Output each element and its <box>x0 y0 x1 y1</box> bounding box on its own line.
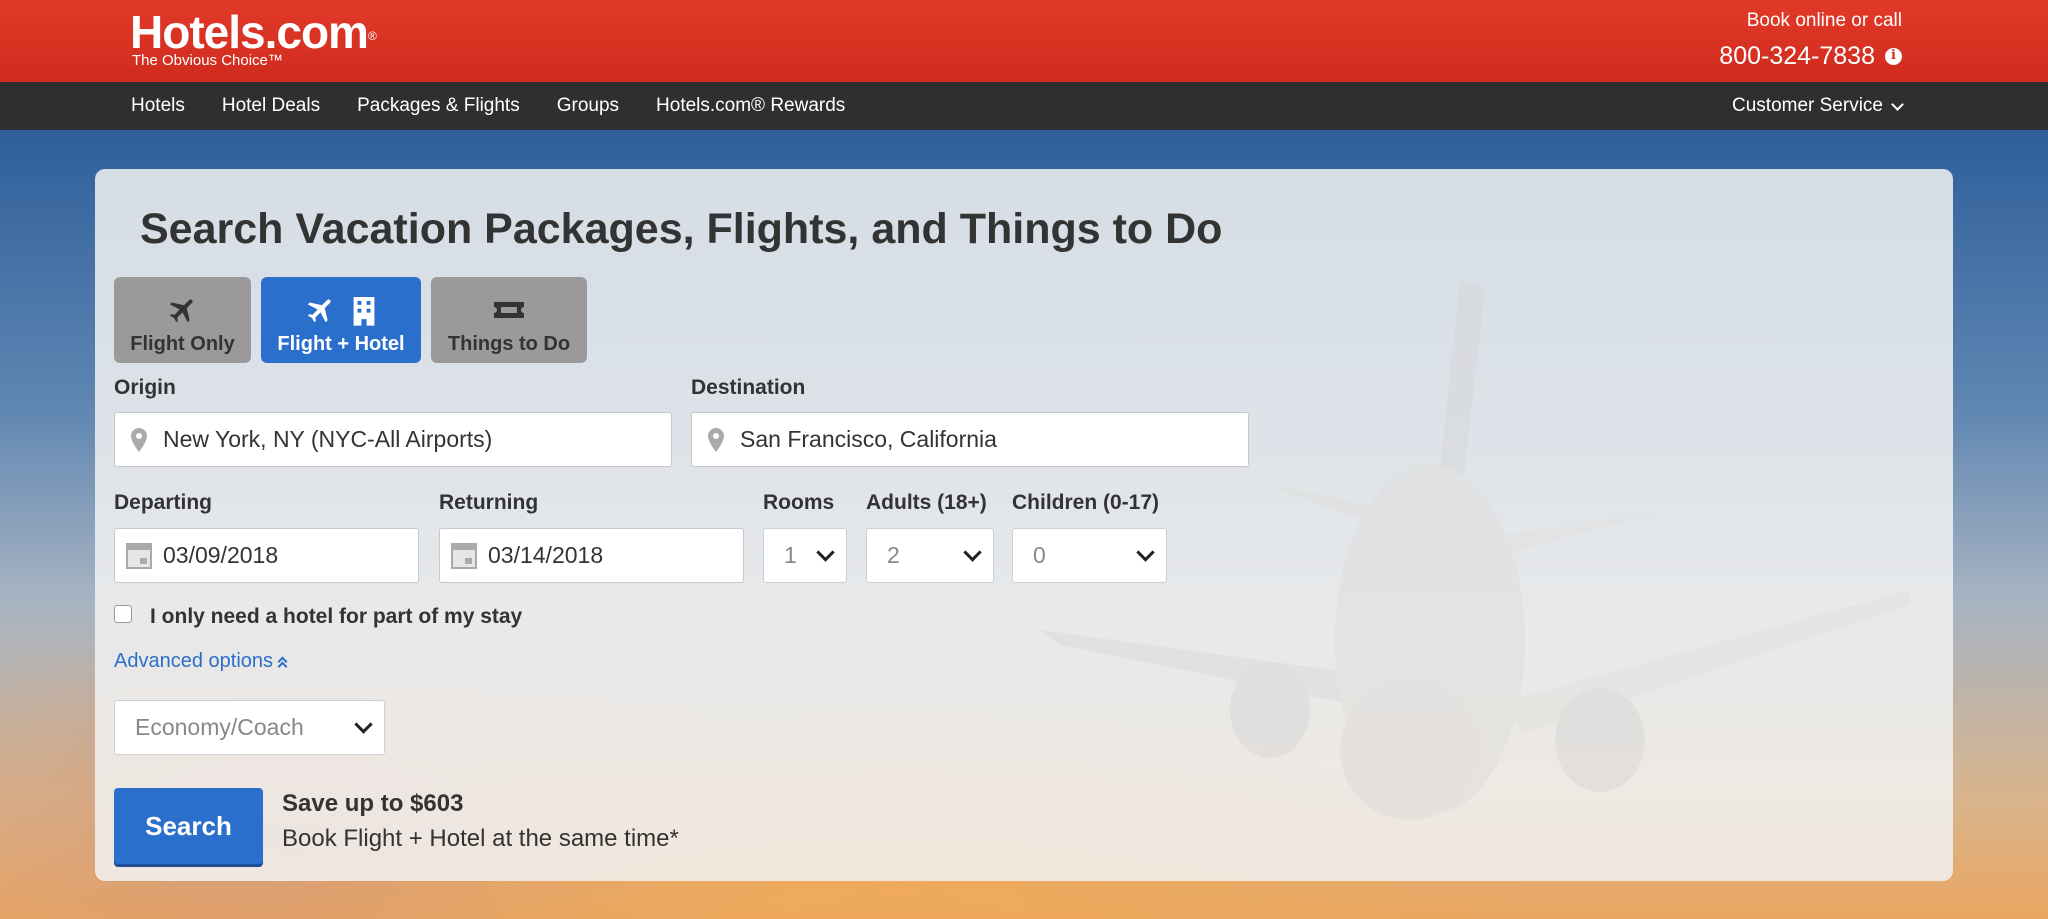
partial-stay-checkbox[interactable] <box>114 605 132 623</box>
children-select[interactable]: 0 <box>1012 528 1167 583</box>
returning-label: Returning <box>439 491 539 514</box>
chevron-down-icon <box>1136 543 1155 562</box>
airplane-icon <box>169 299 192 322</box>
departing-date-value: 03/09/2018 <box>163 542 279 568</box>
adults-select[interactable]: 2 <box>866 528 994 583</box>
rooms-label: Rooms <box>763 491 835 514</box>
search-button[interactable]: Search <box>114 788 263 864</box>
customer-service-menu[interactable]: Customer Service <box>1732 82 1904 130</box>
chevron-down-icon <box>1891 97 1904 111</box>
nav-item-hotel-deals[interactable]: Hotel Deals <box>222 95 320 117</box>
chevron-down-icon <box>963 543 982 562</box>
origin-field[interactable]: New York, NY (NYC-All Airports) <box>114 412 672 467</box>
tab-label: Flight + Hotel <box>277 332 405 355</box>
departing-date-field[interactable]: 03/09/2018 <box>114 528 419 583</box>
partial-stay-label[interactable]: I only need a hotel for part of my stay <box>150 605 522 629</box>
savings-subtext: Book Flight + Hotel at the same time* <box>282 825 679 852</box>
children-value: 0 <box>1033 542 1046 568</box>
top-header: Hotels.com® The Obvious Choice™ Book onl… <box>0 0 2048 82</box>
tab-label: Things to Do <box>447 332 571 355</box>
nav-item-groups[interactable]: Groups <box>557 95 619 117</box>
logo-registered-mark: ® <box>367 29 377 43</box>
tab-things-to-do[interactable]: Things to Do <box>431 277 587 363</box>
departing-label: Departing <box>114 491 213 514</box>
destination-label: Destination <box>691 376 806 399</box>
phone-number[interactable]: 800-324-7838 <box>1719 41 1875 71</box>
rooms-select[interactable]: 1 <box>763 528 847 583</box>
returning-date-field[interactable]: 03/14/2018 <box>439 528 744 583</box>
cabin-class-select[interactable]: Economy/Coach <box>114 700 385 755</box>
ticket-icon <box>494 301 524 318</box>
savings-headline: Save up to $603 <box>282 790 464 817</box>
location-pin-icon <box>708 427 724 452</box>
savings-message: Save up to $603 Book Flight + Hotel at t… <box>282 788 679 855</box>
rooms-value: 1 <box>784 542 797 568</box>
advanced-options-label: Advanced options <box>114 650 274 672</box>
chevron-down-icon <box>354 715 373 734</box>
airplane-icon <box>307 299 331 322</box>
hotel-building-icon <box>353 296 375 326</box>
chevron-up-icon <box>277 656 288 671</box>
calendar-icon <box>126 542 152 569</box>
adults-label: Adults (18+) <box>866 491 987 514</box>
tab-flight-hotel[interactable]: Flight + Hotel <box>261 277 421 363</box>
calendar-icon <box>451 542 477 569</box>
chevron-down-icon <box>816 543 835 562</box>
logo-name: Hotels.com <box>130 6 369 58</box>
main-nav: Hotels Hotel Deals Packages & Flights Gr… <box>0 82 2048 130</box>
tab-label: Flight Only <box>130 332 235 355</box>
info-icon[interactable]: i <box>1885 47 1902 65</box>
tab-flight-only[interactable]: Flight Only <box>114 277 251 363</box>
page-title: Search Vacation Packages, Flights, and T… <box>140 205 1223 253</box>
hotels-logo[interactable]: Hotels.com® The Obvious Choice™ <box>130 9 377 68</box>
location-pin-icon <box>131 427 147 452</box>
origin-label: Origin <box>114 376 176 399</box>
book-label: Book online or call <box>1746 10 1902 31</box>
nav-item-packages-flights[interactable]: Packages & Flights <box>357 95 520 117</box>
cabin-class-value: Economy/Coach <box>135 714 304 740</box>
destination-value: San Francisco, California <box>740 426 997 452</box>
nav-item-rewards[interactable]: Hotels.com® Rewards <box>656 95 845 117</box>
children-label: Children (0-17) <box>1012 491 1160 514</box>
destination-field[interactable]: San Francisco, California <box>691 412 1249 467</box>
adults-value: 2 <box>887 542 900 568</box>
search-panel: Search Vacation Packages, Flights, and T… <box>95 169 1953 881</box>
advanced-options-link[interactable]: Advanced options <box>114 650 288 673</box>
customer-service-label: Customer Service <box>1732 95 1883 116</box>
returning-date-value: 03/14/2018 <box>488 542 604 568</box>
product-tabs: Flight Only Flight + Hotel Things to Do <box>114 277 587 363</box>
nav-item-hotels[interactable]: Hotels <box>131 95 185 117</box>
booking-contact: Book online or call 800-324-7838 i <box>1719 10 1902 71</box>
origin-value: New York, NY (NYC-All Airports) <box>163 426 493 452</box>
